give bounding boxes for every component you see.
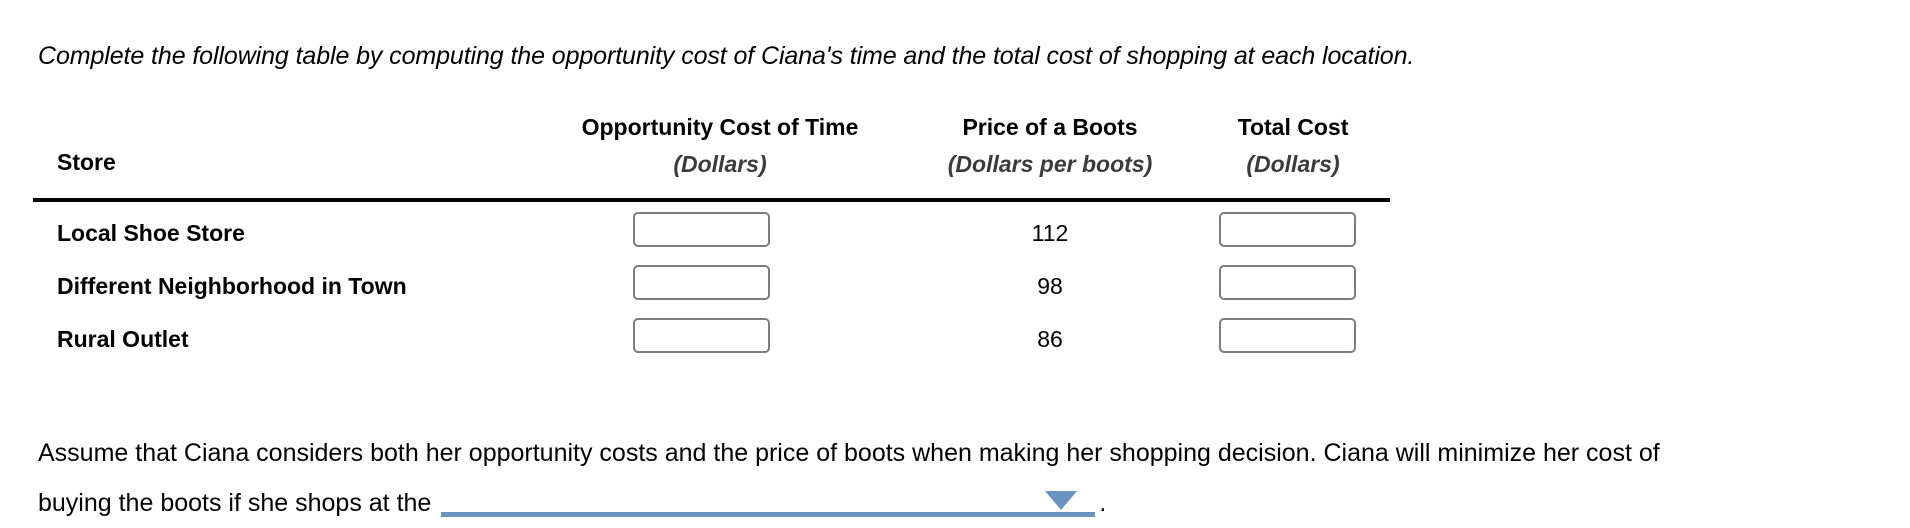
table-row: Different Neighborhood in Town 98 bbox=[33, 261, 1393, 314]
table-header-rule bbox=[33, 198, 1390, 202]
chevron-down-icon bbox=[1045, 491, 1078, 510]
column-header-store: Store bbox=[57, 149, 116, 175]
column-header-price: Price of a Boots (Dollars per boots) bbox=[905, 112, 1195, 179]
row-label-local-shoe-store: Local Shoe Store bbox=[57, 220, 245, 246]
column-header-price-title: Price of a Boots bbox=[962, 114, 1138, 140]
closing-paragraph: Assume that Ciana considers both her opp… bbox=[38, 428, 1660, 528]
column-header-opportunity-cost-units: (Dollars) bbox=[673, 151, 767, 177]
closing-line-2-text: buying the boots if she shops at the bbox=[38, 489, 432, 517]
price-value-different-neighborhood-in-town: 98 bbox=[1037, 273, 1063, 299]
price-value-rural-outlet: 86 bbox=[1037, 326, 1063, 352]
column-header-opportunity-cost-title: Opportunity Cost of Time bbox=[581, 114, 859, 140]
worksheet-page: Complete the following table by computin… bbox=[0, 0, 1910, 518]
opportunity-cost-input-rural-outlet[interactable] bbox=[633, 318, 770, 353]
total-cost-input-rural-outlet[interactable] bbox=[1219, 318, 1356, 353]
closing-line-2: buying the boots if she shops at the . bbox=[38, 478, 1660, 528]
table-header: Store Opportunity Cost of Time (Dollars)… bbox=[33, 112, 1393, 202]
total-cost-input-different-neighborhood-in-town[interactable] bbox=[1219, 265, 1356, 300]
store-choice-dropdown-underline bbox=[441, 512, 1096, 517]
closing-line-1: Assume that Ciana considers both her opp… bbox=[38, 439, 1660, 467]
table-body: Local Shoe Store 112 Different Neighborh… bbox=[33, 208, 1393, 367]
column-header-total-cost: Total Cost (Dollars) bbox=[1193, 112, 1393, 179]
column-header-price-units: (Dollars per boots) bbox=[947, 151, 1153, 177]
column-header-total-cost-units: (Dollars) bbox=[1246, 151, 1340, 177]
price-value-local-shoe-store: 112 bbox=[1031, 220, 1069, 246]
column-header-total-cost-title: Total Cost bbox=[1237, 114, 1349, 140]
total-cost-input-local-shoe-store[interactable] bbox=[1219, 212, 1356, 247]
store-choice-dropdown[interactable] bbox=[441, 483, 1096, 517]
row-label-different-neighborhood-in-town: Different Neighborhood in Town bbox=[57, 273, 407, 299]
closing-line-2-period: . bbox=[1099, 489, 1107, 517]
opportunity-cost-input-local-shoe-store[interactable] bbox=[633, 212, 770, 247]
table-row: Local Shoe Store 112 bbox=[33, 208, 1393, 261]
table-row: Rural Outlet 86 bbox=[33, 314, 1393, 367]
column-header-opportunity-cost: Opportunity Cost of Time (Dollars) bbox=[545, 112, 895, 179]
intro-instruction: Complete the following table by computin… bbox=[38, 42, 1415, 70]
row-label-rural-outlet: Rural Outlet bbox=[57, 326, 189, 352]
opportunity-cost-table: Store Opportunity Cost of Time (Dollars)… bbox=[33, 112, 1393, 353]
opportunity-cost-input-different-neighborhood-in-town[interactable] bbox=[633, 265, 770, 300]
